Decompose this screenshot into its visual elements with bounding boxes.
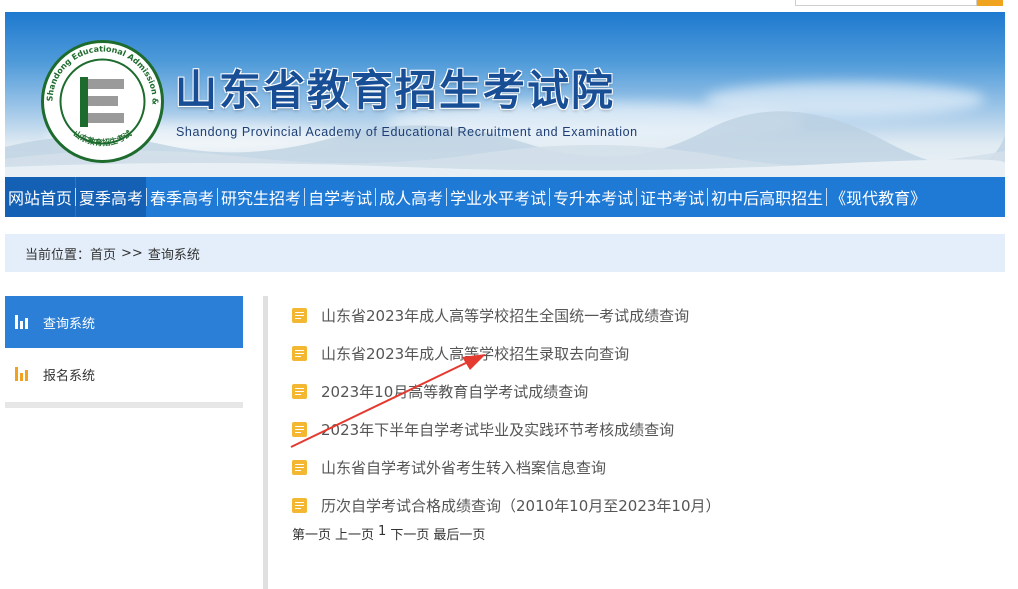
list-item-link[interactable]: 山东省2023年成人高等学校招生录取去向查询 <box>321 343 629 364</box>
breadcrumb-current[interactable]: 查询系统 <box>148 244 200 263</box>
list-item-link[interactable]: 山东省2023年成人高等学校招生全国统一考试成绩查询 <box>321 305 689 326</box>
sidebar-item-query[interactable]: 查询系统 <box>5 296 243 348</box>
list-item[interactable]: 山东省2023年成人高等学校招生录取去向查询 <box>292 334 992 372</box>
sidebar-item-register[interactable]: 报名系统 <box>5 348 243 400</box>
list-item-link[interactable]: 历次自学考试合格成绩查询（2010年10月至2023年10月） <box>321 495 721 516</box>
nav-summer-gaokao[interactable]: 夏季高考 <box>76 177 147 217</box>
query-list: 山东省2023年成人高等学校招生全国统一考试成绩查询 山东省2023年成人高等学… <box>292 296 992 524</box>
nav-spring-gaokao[interactable]: 春季高考 <box>147 177 217 217</box>
document-icon <box>292 421 307 437</box>
bar-chart-icon <box>15 315 29 329</box>
sidebar-divider <box>5 402 243 408</box>
breadcrumb-home[interactable]: 首页 <box>90 244 116 263</box>
nav-certificate[interactable]: 证书考试 <box>637 177 707 217</box>
nav-proficiency[interactable]: 学业水平考试 <box>447 177 549 217</box>
pager-current: 1 <box>378 524 387 539</box>
list-item[interactable]: 历次自学考试合格成绩查询（2010年10月至2023年10月） <box>292 486 992 524</box>
list-item-link[interactable]: 2023年10月高等教育自学考试成绩查询 <box>321 381 588 402</box>
nav-graduate[interactable]: 研究生招考 <box>218 177 304 217</box>
list-item[interactable]: 山东省自学考试外省考生转入档案信息查询 <box>292 448 992 486</box>
nav-home[interactable]: 网站首页 <box>5 177 76 217</box>
pager-prev[interactable]: 上一页 <box>335 524 374 543</box>
list-item[interactable]: 山东省2023年成人高等学校招生全国统一考试成绩查询 <box>292 296 992 334</box>
top-search-button[interactable] <box>977 0 1003 6</box>
list-item[interactable]: 2023年下半年自学考试毕业及实践环节考核成绩查询 <box>292 410 992 448</box>
top-strip <box>0 0 1018 12</box>
list-item[interactable]: 2023年10月高等教育自学考试成绩查询 <box>292 372 992 410</box>
document-icon <box>292 497 307 513</box>
breadcrumb: 当前位置： 首页 >> 查询系统 <box>5 234 1005 272</box>
sidebar-item-label: 报名系统 <box>43 368 96 384</box>
pagination: 第一页 上一页 1 下一页 最后一页 <box>292 524 485 543</box>
list-item-link[interactable]: 山东省自学考试外省考生转入档案信息查询 <box>321 457 606 478</box>
document-icon <box>292 307 307 323</box>
nav-adult-exam[interactable]: 成人高考 <box>376 177 446 217</box>
nav-self-study[interactable]: 自学考试 <box>305 177 375 217</box>
sidebar: 查询系统 报名系统 <box>5 296 243 408</box>
content-divider <box>263 296 268 589</box>
site-title: 山东省教育招生考试院 <box>175 66 616 115</box>
nav-modern-education[interactable]: 《现代教育》 <box>827 177 929 217</box>
breadcrumb-separator: >> <box>121 245 143 261</box>
nav-upgrade[interactable]: 专升本考试 <box>550 177 636 217</box>
main-nav: 网站首页 夏季高考 春季高考 研究生招考 自学考试 成人高考 学业水平考试 专升… <box>5 177 1005 217</box>
document-icon <box>292 345 307 361</box>
header-banner: Shandong Educational Admission & Examina… <box>5 12 1005 177</box>
academy-logo: Shandong Educational Admission & Examina… <box>40 39 164 163</box>
pager-last[interactable]: 最后一页 <box>433 524 485 543</box>
bar-chart-icon <box>15 367 29 381</box>
pager-first[interactable]: 第一页 <box>292 524 331 543</box>
top-search-input[interactable] <box>795 0 977 6</box>
site-subtitle: Shandong Provincial Academy of Education… <box>176 125 638 139</box>
list-item-link[interactable]: 2023年下半年自学考试毕业及实践环节考核成绩查询 <box>321 419 674 440</box>
sidebar-item-label: 查询系统 <box>43 316 96 332</box>
breadcrumb-prefix: 当前位置： <box>25 247 91 263</box>
document-icon <box>292 383 307 399</box>
nav-vocational[interactable]: 初中后高职招生 <box>708 177 826 217</box>
pager-next[interactable]: 下一页 <box>390 524 429 543</box>
document-icon <box>292 459 307 475</box>
